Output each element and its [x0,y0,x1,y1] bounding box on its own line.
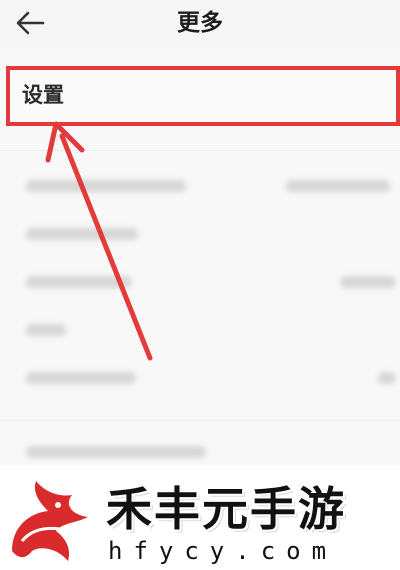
settings-menu-label: 设置 [22,83,64,107]
list-item[interactable] [0,264,400,300]
list-item[interactable] [0,168,400,204]
page-title: 更多 [177,10,223,36]
menu-list: 设置 [0,50,400,465]
divider [0,150,400,151]
list-item[interactable] [0,360,400,396]
list-item[interactable] [0,432,400,468]
list-item[interactable] [0,312,400,348]
watermark-brand-text: 禾丰元手游 [106,482,346,536]
watermark-banner: 禾丰元手游 hfycy.com [0,465,400,570]
dragon-logo-icon [12,481,88,561]
watermark-url-text: hfycy.com [108,537,338,565]
divider [0,420,400,421]
list-item[interactable] [0,216,400,252]
settings-menu-item[interactable]: 设置 [0,66,400,122]
app-header: 更多 [0,0,400,50]
